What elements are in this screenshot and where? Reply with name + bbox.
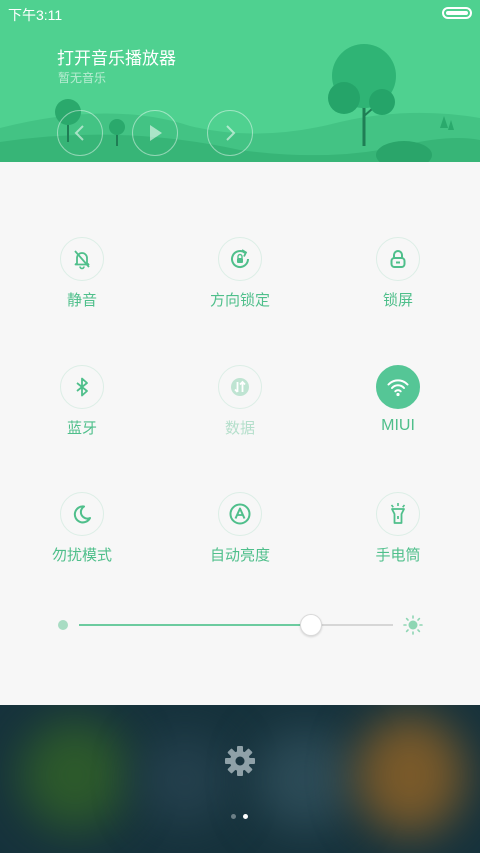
toggle-mute-label: 静音	[66, 291, 97, 309]
wifi-icon	[387, 379, 409, 397]
previous-icon	[74, 125, 84, 141]
brightness-track-empty	[311, 624, 393, 626]
brightness-track-filled	[79, 624, 312, 626]
toggle-wifi-circle	[376, 365, 420, 409]
toggle-wifi-label: MIUI	[381, 417, 415, 434]
toggle-lock-screen[interactable]: 锁屏	[338, 237, 458, 327]
rotation-lock-icon	[231, 249, 250, 268]
toggle-bluetooth[interactable]: 蓝牙	[22, 365, 142, 455]
toggle-wifi[interactable]: MIUI	[338, 365, 458, 455]
toggle-do-not-disturb-circle	[60, 492, 104, 536]
toggle-mobile-data-circle	[218, 365, 262, 409]
toggle-flashlight[interactable]: 手电筒	[338, 492, 458, 582]
music-track-subtitle: 暂无音乐	[58, 71, 107, 85]
toggle-lock-screen-circle	[376, 237, 420, 281]
toggle-mobile-data-label: 数据	[224, 419, 255, 437]
battery-icon	[442, 7, 472, 19]
flashlight-icon	[390, 503, 406, 524]
auto-brightness-icon	[229, 503, 251, 525]
toggle-auto-brightness-label: 自动亮度	[209, 546, 270, 564]
play-button[interactable]	[132, 110, 178, 156]
toggle-auto-brightness-circle	[218, 492, 262, 536]
brightness-slider[interactable]	[55, 608, 430, 642]
mobile-data-icon	[231, 378, 249, 396]
toggle-bluetooth-label: 蓝牙	[66, 419, 97, 437]
bottom-dock	[0, 705, 480, 853]
toggle-rotation-lock-circle	[218, 237, 262, 281]
toggle-flashlight-label: 手电筒	[375, 546, 421, 564]
toggle-mute[interactable]: 静音	[22, 237, 142, 327]
next-button[interactable]	[207, 110, 253, 156]
blurred-app-icon	[140, 735, 230, 825]
blurred-app-icon	[355, 715, 465, 835]
next-icon	[226, 125, 236, 141]
moon-icon	[73, 505, 91, 524]
page-indicator-dot-active[interactable]	[243, 814, 248, 819]
gear-icon[interactable]	[224, 745, 256, 777]
toggle-bluetooth-circle	[60, 365, 104, 409]
brightness-thumb[interactable]	[300, 614, 323, 636]
page-indicator-dot[interactable]	[231, 814, 236, 819]
sun-icon	[403, 615, 423, 635]
toggle-rotation-lock[interactable]: 方向锁定	[180, 237, 300, 327]
toggle-auto-brightness[interactable]: 自动亮度	[180, 492, 300, 582]
music-player-title[interactable]: 打开音乐播放器	[57, 44, 176, 69]
toggle-do-not-disturb[interactable]: 勿扰模式	[22, 492, 142, 582]
music-widget-header: 下午3:11 打开音乐播放器 暂无音乐	[0, 0, 480, 162]
previous-button[interactable]	[57, 110, 103, 156]
status-time: 下午3:11	[8, 7, 63, 23]
blurred-app-icon	[20, 720, 130, 830]
bell-off-icon	[74, 250, 90, 270]
bluetooth-icon	[76, 377, 88, 397]
status-bar: 下午3:11	[0, 0, 480, 28]
toggle-mobile-data[interactable]: 数据	[180, 365, 300, 455]
play-icon	[150, 125, 162, 141]
toggle-mute-circle	[60, 237, 104, 281]
blurred-app-icon	[255, 730, 355, 830]
toggle-rotation-lock-label: 方向锁定	[209, 291, 270, 309]
toggle-flashlight-circle	[376, 492, 420, 536]
lock-icon	[390, 250, 406, 268]
brightness-low-icon	[58, 620, 68, 630]
toggle-do-not-disturb-label: 勿扰模式	[51, 546, 112, 564]
toggle-lock-screen-label: 锁屏	[382, 291, 413, 309]
